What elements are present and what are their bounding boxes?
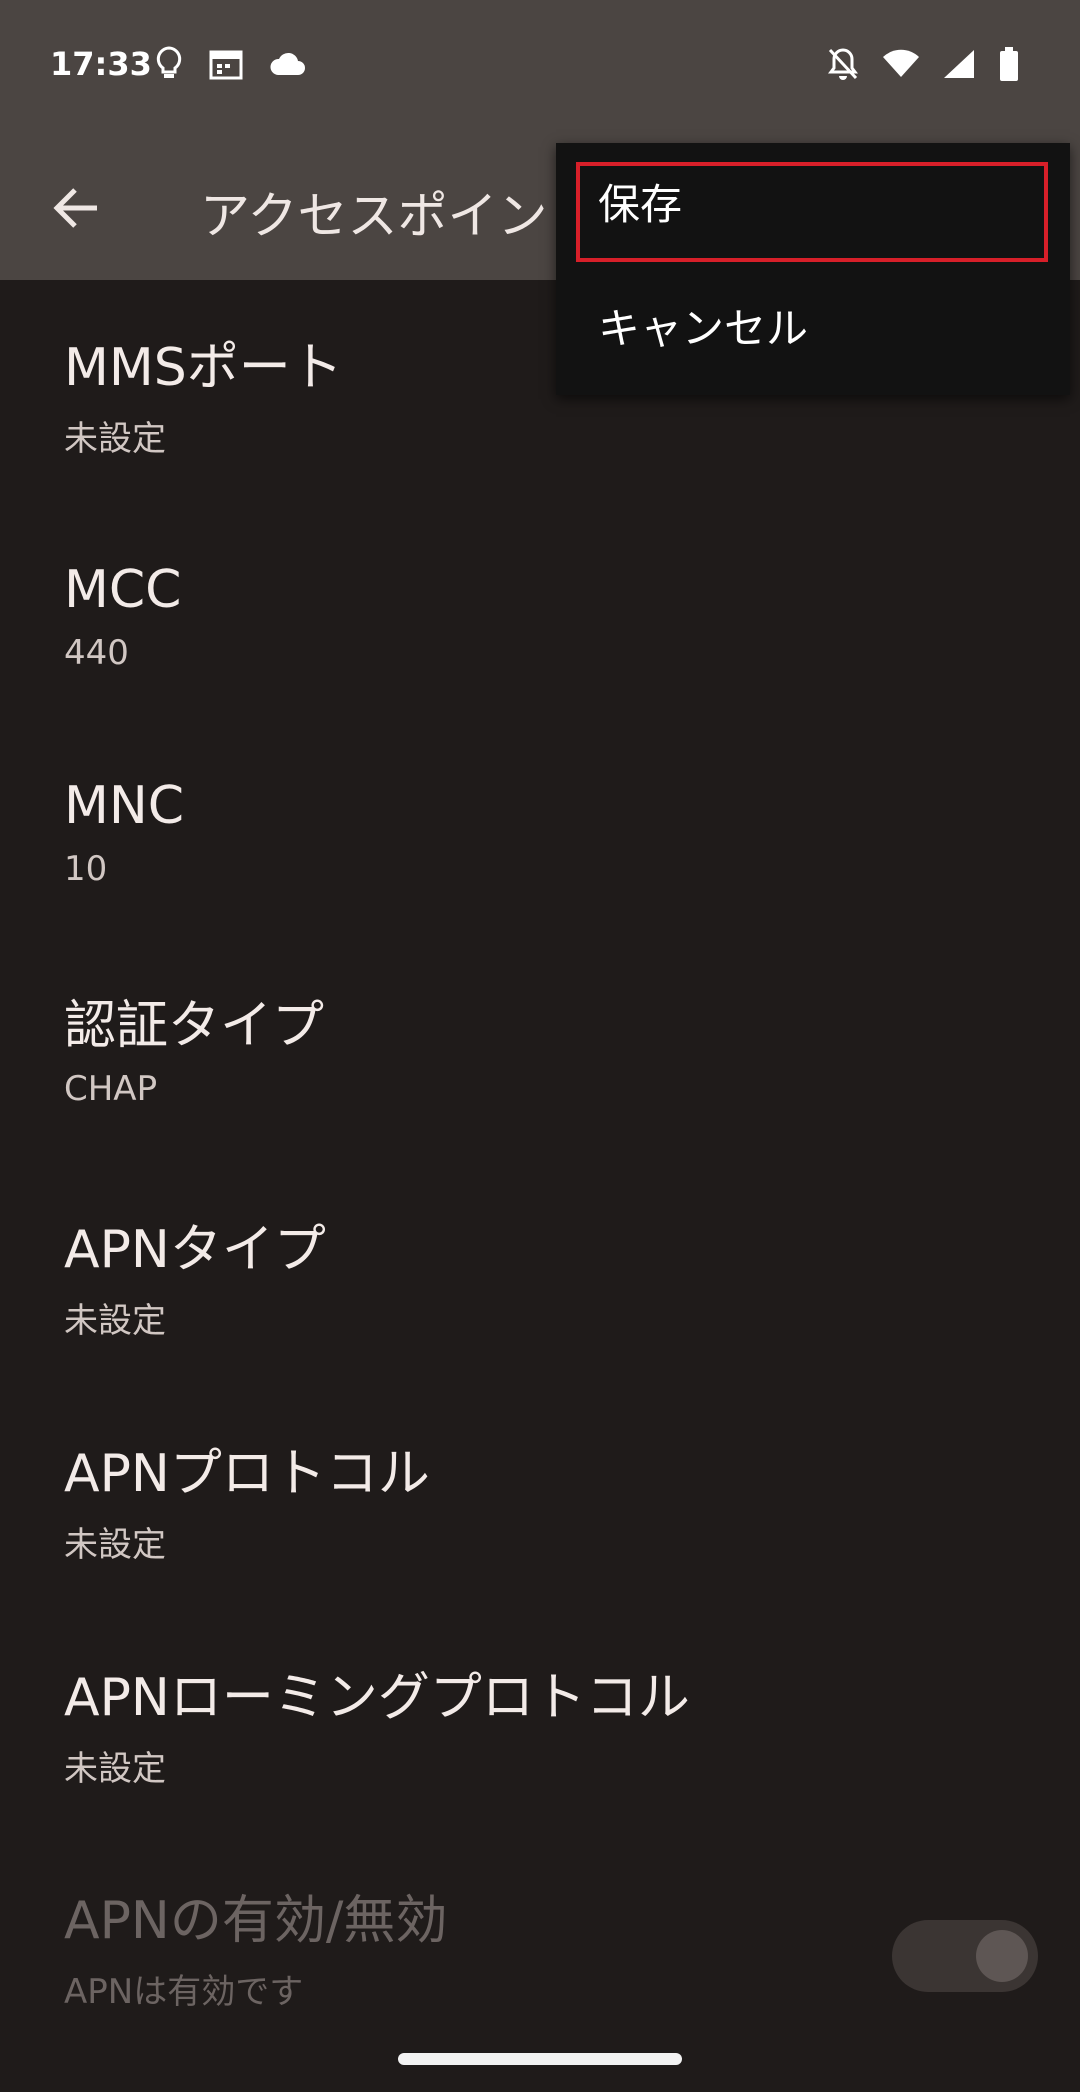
setting-title: APNタイプ — [64, 1220, 326, 1280]
toggle-knob — [976, 1930, 1028, 1982]
setting-apn-type[interactable]: APNタイプ 未設定 — [64, 1220, 1014, 1342]
calendar-icon — [209, 47, 243, 81]
gesture-nav-handle[interactable] — [398, 2053, 682, 2065]
setting-mcc[interactable]: MCC 440 — [64, 560, 1014, 674]
menu-item-label: 保存 — [598, 180, 683, 229]
cell-signal-icon — [942, 48, 976, 80]
cloud-icon — [268, 51, 306, 77]
setting-summary: 未設定 — [64, 1749, 166, 1790]
setting-summary: APNは有効です — [64, 1972, 304, 2013]
setting-auth-type[interactable]: 認証タイプ CHAP — [64, 996, 1014, 1110]
notifications-off-icon — [826, 46, 860, 82]
setting-summary: 未設定 — [64, 419, 166, 460]
setting-apn-enable[interactable]: APNの有効/無効 APNは有効です — [64, 1891, 1014, 2013]
wifi-icon — [882, 49, 920, 79]
back-button[interactable] — [48, 182, 104, 238]
setting-title: MCC — [64, 560, 182, 620]
menu-item-label: キャンセル — [598, 304, 809, 353]
setting-title: APNローミングプロトコル — [64, 1668, 690, 1728]
battery-icon — [998, 46, 1020, 82]
page-title: アクセスポイン — [200, 187, 548, 245]
status-bar: 17:33 — [0, 0, 1080, 140]
status-right-icons — [826, 46, 1020, 82]
overflow-menu: 保存 キャンセル — [556, 143, 1070, 395]
setting-summary: CHAP — [64, 1069, 158, 1110]
back-arrow-icon — [53, 187, 99, 233]
status-left-icons — [154, 46, 306, 82]
setting-title: 認証タイプ — [64, 996, 325, 1056]
setting-title: APNプロトコル — [64, 1444, 430, 1504]
setting-summary: 未設定 — [64, 1525, 166, 1566]
setting-apn-protocol[interactable]: APNプロトコル 未設定 — [64, 1444, 1014, 1566]
setting-title: MNC — [64, 776, 185, 836]
setting-title: APNの有効/無効 — [64, 1891, 448, 1951]
menu-item-cancel[interactable]: キャンセル — [556, 267, 1070, 377]
apn-enable-toggle[interactable] — [892, 1920, 1038, 1992]
setting-summary: 未設定 — [64, 1301, 166, 1342]
status-time: 17:33 — [50, 45, 152, 83]
setting-summary: 440 — [64, 633, 129, 674]
setting-mnc[interactable]: MNC 10 — [64, 776, 1014, 890]
lightbulb-icon — [154, 46, 184, 82]
setting-summary: 10 — [64, 849, 108, 890]
setting-apn-roaming-protocol[interactable]: APNローミングプロトコル 未設定 — [64, 1668, 1014, 1790]
menu-item-save[interactable]: 保存 — [556, 143, 1070, 262]
